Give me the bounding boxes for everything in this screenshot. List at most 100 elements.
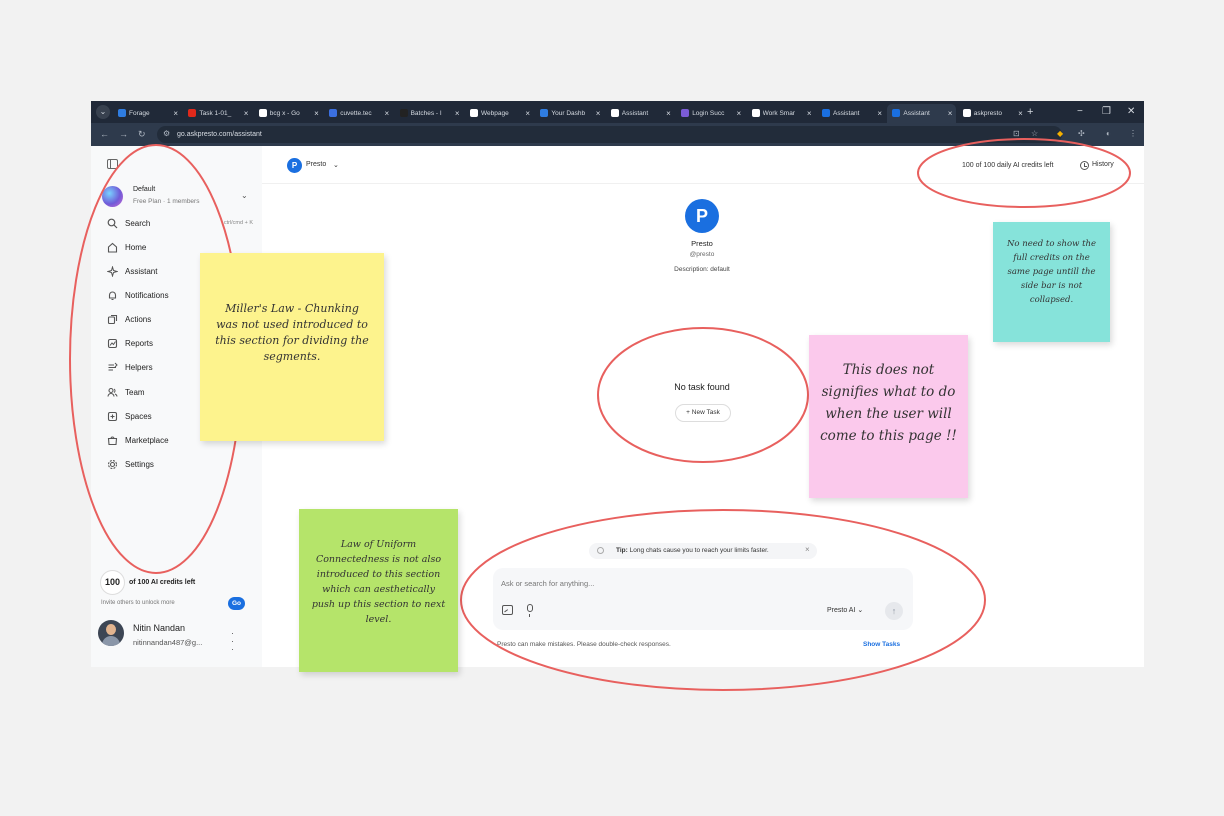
sticky-note-uniform-connectedness: Law of Uniform Connectedness is not also… (299, 509, 458, 672)
url-text[interactable]: go.askpresto.com/assistant (177, 129, 262, 140)
browser-tab[interactable]: Your Dashb × (535, 104, 604, 123)
workspace-name[interactable]: Default (133, 186, 155, 193)
sidebar-item-label: Notifications (125, 291, 169, 300)
new-task-button[interactable]: + New Task (675, 404, 731, 422)
browser-tab[interactable]: Work Smar × (747, 104, 816, 123)
show-tasks-link[interactable]: Show Tasks (863, 641, 900, 648)
tab-search-button[interactable]: ⌄ (96, 105, 110, 119)
tab-title: Your Dashb (551, 110, 586, 117)
tip-banner: Tip: Long chats cause you to reach your … (589, 543, 817, 559)
close-icon[interactable]: × (805, 545, 810, 554)
close-tab-icon[interactable]: × (525, 104, 530, 123)
tip-label: Tip: (616, 547, 628, 554)
browser-tab[interactable]: Assistant × (817, 104, 886, 123)
close-tab-icon[interactable]: × (173, 104, 178, 123)
workspace-avatar[interactable] (102, 186, 123, 207)
close-tab-icon[interactable]: × (455, 104, 460, 123)
disclaimer-text: Presto can make mistakes. Please double-… (497, 641, 671, 648)
sidebar-item-label: Helpers (125, 363, 153, 372)
user-email: nitinnandan487@g... (133, 638, 203, 647)
image-upload-icon[interactable] (502, 605, 513, 615)
browser-tab[interactable]: Forage × (113, 104, 182, 123)
close-tab-icon[interactable]: × (877, 104, 882, 123)
browser-tab[interactable]: askpresto × (958, 104, 1027, 123)
bookmark-star-icon[interactable]: ☆ (1031, 128, 1038, 140)
user-menu-icon[interactable]: · · · (231, 629, 234, 654)
lightbulb-icon (597, 547, 604, 554)
tab-favicon-icon (188, 109, 197, 117)
user-name[interactable]: Nitin Nandan (133, 623, 185, 633)
close-tab-icon[interactable]: × (596, 104, 601, 123)
sidebar-item-label: Team (125, 388, 145, 397)
empty-state-title: No task found (674, 382, 730, 392)
extensions-puzzle-icon[interactable]: ✣ (1078, 128, 1085, 140)
actions-icon (107, 314, 118, 325)
tab-favicon-icon (329, 109, 338, 117)
browser-tab[interactable]: cuvette.tec × (324, 104, 393, 123)
chat-input[interactable] (501, 576, 801, 590)
daily-credits-text: 100 of 100 daily AI credits left (962, 162, 1054, 169)
chevron-down-icon[interactable]: ⌄ (241, 191, 248, 200)
send-button[interactable]: ↑ (885, 602, 903, 620)
browser-tab[interactable]: Task 1-01_ × (183, 104, 252, 123)
top-bar: P Presto ⌄ 100 of 100 daily AI credits l… (262, 146, 1144, 184)
site-info-icon[interactable]: ⚙ (163, 129, 170, 138)
sticky-note-empty-state: This does not signifies what to do when … (809, 335, 968, 498)
avatar[interactable] (98, 620, 124, 646)
extension-icon[interactable]: ◆ (1057, 128, 1063, 140)
sidebar-item-label: Search (125, 219, 151, 228)
tab-favicon-icon (258, 109, 267, 117)
go-button[interactable]: Go (228, 597, 245, 610)
chart-icon (107, 338, 118, 349)
model-selector[interactable]: Presto AI ⌄ (827, 606, 863, 614)
credits-label: of 100 AI credits left (129, 579, 196, 586)
close-tab-icon[interactable]: × (244, 104, 249, 123)
chat-composer: Presto AI ⌄ ↑ (493, 568, 913, 630)
close-tab-icon[interactable]: × (666, 104, 671, 123)
restore-button[interactable]: ❐ (1102, 104, 1111, 120)
browser-tab[interactable]: bcg x - Go × (254, 104, 323, 123)
back-icon[interactable]: ← (100, 128, 109, 140)
sidebar-toggle-icon[interactable] (107, 159, 118, 169)
forward-icon[interactable]: → (119, 128, 128, 140)
credits-count: 100 (100, 570, 125, 595)
sidebar-item-search[interactable]: Search ctrl/cmd + K (101, 214, 253, 234)
browser-menu-icon[interactable]: ⋮ (1129, 128, 1137, 140)
sidebar-item-label: Spaces (125, 412, 152, 421)
microphone-icon[interactable] (527, 604, 533, 617)
sticky-note-credits: No need to show the full credits on the … (993, 222, 1110, 342)
close-tab-icon[interactable]: × (314, 104, 319, 123)
tab-favicon-icon (610, 109, 619, 117)
sidebar-item-settings[interactable]: Settings (101, 455, 253, 475)
close-tab-icon[interactable]: × (1018, 104, 1023, 123)
url-field[interactable]: ⚙ go.askpresto.com/assistant (157, 126, 1062, 143)
browser-tab[interactable]: Login Succ × (676, 104, 745, 123)
sticky-note-millers-law: Miller's Law - Chunking was not used int… (200, 253, 384, 441)
close-window-button[interactable]: ✕ (1127, 104, 1135, 120)
new-tab-button[interactable]: + (1027, 104, 1033, 120)
minimize-button[interactable]: − (1077, 104, 1083, 120)
browser-tab[interactable]: Assistant × (887, 104, 957, 123)
profile-icon[interactable]: ◐ (1106, 128, 1111, 140)
close-tab-icon[interactable]: × (948, 104, 953, 123)
search-icon (107, 218, 118, 229)
tab-favicon-icon (962, 109, 971, 117)
store-icon (107, 435, 118, 446)
close-tab-icon[interactable]: × (737, 104, 742, 123)
close-tab-icon[interactable]: × (807, 104, 812, 123)
close-tab-icon[interactable]: × (385, 104, 390, 123)
install-app-icon[interactable]: ⊡ (1013, 128, 1020, 140)
bell-icon (107, 290, 118, 301)
presto-logo-icon: P (287, 158, 302, 173)
browser-tab[interactable]: Batches - I × (395, 104, 464, 123)
browser-tab[interactable]: Assistant × (606, 104, 675, 123)
tab-title: Work Smar (762, 110, 795, 117)
chevron-down-icon: ⌄ (333, 162, 339, 169)
tab-favicon-icon (470, 109, 478, 117)
reload-icon[interactable]: ↻ (138, 128, 146, 140)
tab-title: Webpage (481, 110, 509, 117)
presto-logo-icon: P (685, 199, 719, 233)
browser-tab[interactable]: Webpage × (465, 104, 534, 123)
history-label: History (1092, 161, 1114, 168)
sidebar-item-label: Actions (125, 315, 152, 324)
